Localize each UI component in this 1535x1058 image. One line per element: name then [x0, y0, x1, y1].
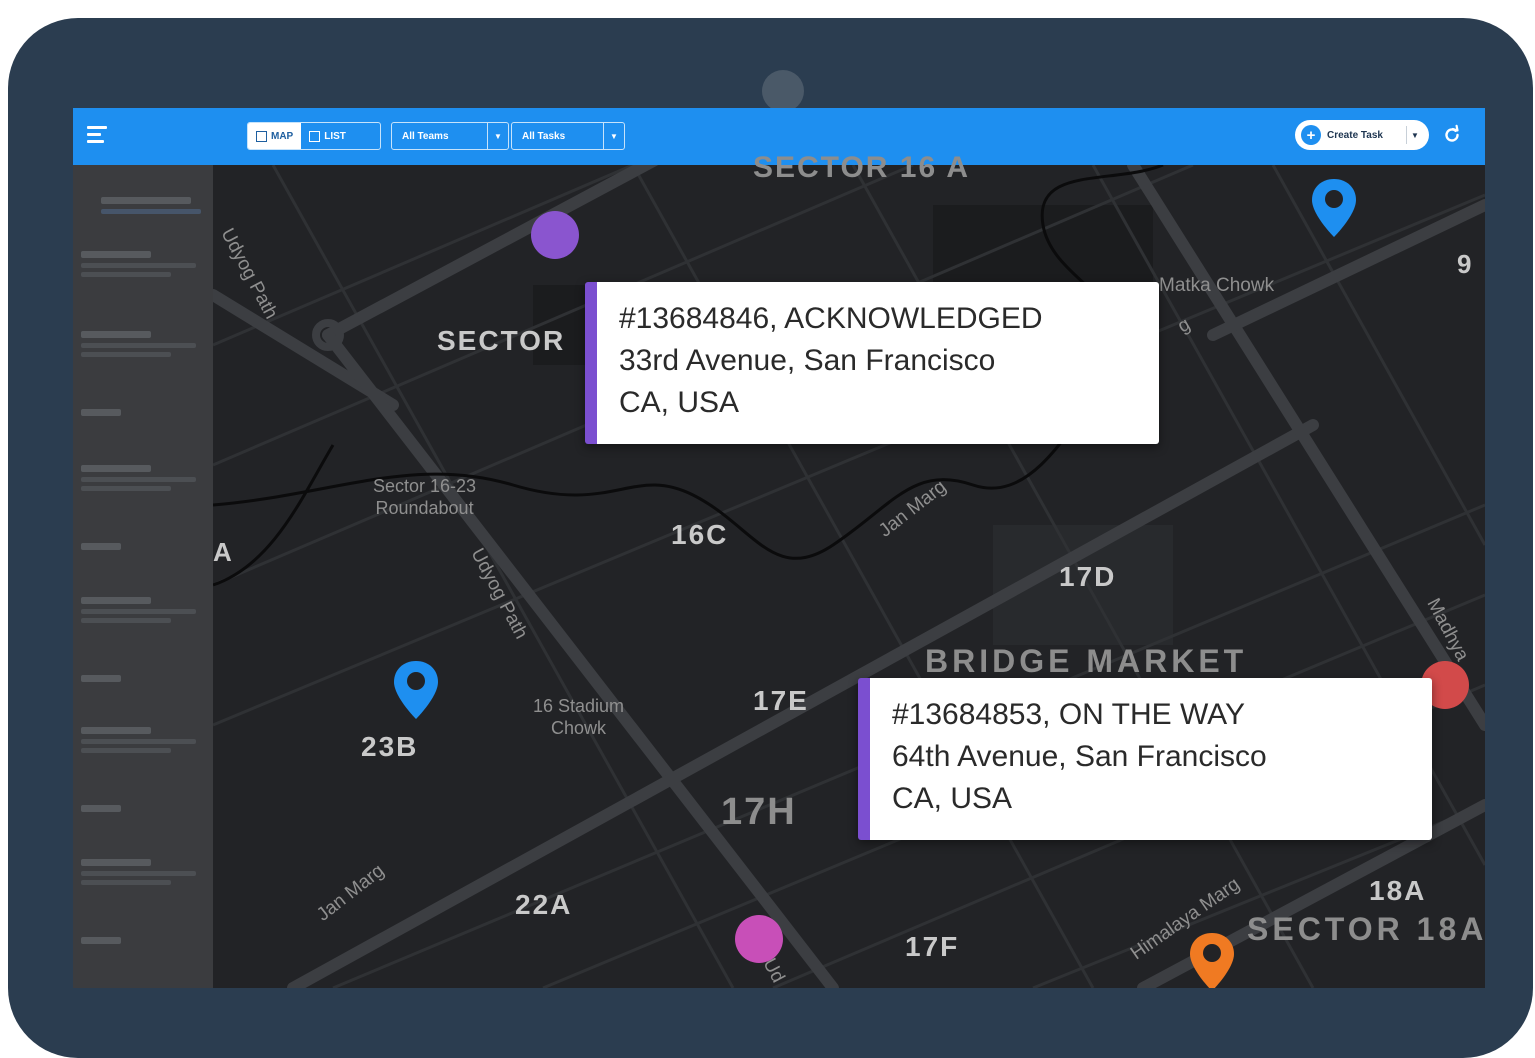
map-label-17f: 17F — [905, 931, 960, 962]
list-view-label: LIST — [324, 130, 346, 142]
map-label-22a: 22A — [515, 889, 573, 920]
list-view-button[interactable]: LIST — [301, 123, 354, 149]
task-list-sidebar — [73, 165, 213, 988]
map-label-9: 9 — [1457, 249, 1474, 279]
task-marker-dot[interactable] — [735, 915, 783, 963]
chevron-down-icon: ▼ — [603, 123, 624, 149]
map-label-a-partial: A — [213, 537, 234, 567]
map-pin-icon[interactable] — [1187, 931, 1237, 988]
list-item[interactable] — [81, 465, 196, 495]
task-id-status: #13684853, ON THE WAY — [892, 698, 1245, 731]
chevron-down-icon: ▼ — [487, 123, 508, 149]
map-label-23b: 23B — [361, 731, 419, 762]
task-marker-dot[interactable] — [531, 211, 579, 259]
plus-icon: + — [1301, 125, 1321, 145]
list-item[interactable] — [81, 727, 196, 757]
app-screen: MAP LIST All Teams ▼ All Tasks ▼ + Creat… — [73, 108, 1485, 988]
map-label-sector: SECTOR — [437, 325, 566, 356]
task-address-line1: 64th Avenue, San Francisco — [892, 740, 1267, 773]
list-item[interactable] — [81, 675, 121, 705]
tasks-filter-dropdown[interactable]: All Tasks ▼ — [511, 122, 625, 150]
map-label-18a: 18A — [1369, 875, 1427, 906]
task-address-line1: 33rd Avenue, San Francisco — [619, 344, 996, 377]
map-label-sector-16a: SECTOR 16 A — [753, 151, 971, 184]
camera-dot — [762, 70, 804, 112]
task-info-card[interactable]: #13684853, ON THE WAY 64th Avenue, San F… — [858, 678, 1432, 840]
task-id-status: #13684846, ACKNOWLEDGED — [619, 302, 1043, 335]
map-pin-icon[interactable] — [391, 659, 441, 721]
teams-filter-label: All Teams — [402, 130, 449, 142]
map-pin-icon[interactable] — [1309, 177, 1359, 239]
map-label-17h: 17H — [721, 791, 797, 833]
list-icon — [309, 130, 321, 142]
map-label-17d: 17D — [1059, 561, 1117, 592]
list-item[interactable] — [81, 251, 196, 281]
view-toggle: MAP LIST — [247, 122, 381, 150]
teams-filter-dropdown[interactable]: All Teams ▼ — [391, 122, 509, 150]
map-label-stadium-chowk: 16 Stadium Chowk — [533, 696, 625, 738]
tasks-filter-label: All Tasks — [522, 130, 566, 142]
list-item[interactable] — [81, 597, 196, 627]
map-canvas[interactable]: SECTOR 16 A SECTOR Matka Chowk g 9 Secto… — [213, 151, 1485, 988]
create-task-button[interactable]: + Create Task ▼ — [1295, 120, 1429, 150]
sidebar-header — [81, 197, 201, 227]
list-item[interactable] — [81, 859, 196, 889]
chevron-down-icon[interactable]: ▼ — [1406, 126, 1423, 144]
list-item[interactable] — [81, 331, 196, 361]
refresh-icon[interactable] — [1441, 124, 1463, 146]
map-view-button[interactable]: MAP — [248, 123, 302, 149]
list-item[interactable] — [81, 937, 121, 967]
map-icon — [256, 130, 267, 142]
list-item[interactable] — [81, 543, 121, 573]
task-address-line2: CA, USA — [619, 386, 740, 419]
hamburger-menu-icon[interactable] — [87, 126, 107, 144]
create-task-label: Create Task — [1327, 129, 1383, 141]
list-item[interactable] — [81, 409, 121, 439]
map-label-bridge-market: BRIDGE MARKET — [925, 643, 1248, 679]
map-label-17e: 17E — [753, 685, 809, 716]
list-item[interactable] — [81, 805, 121, 835]
map-label-sector-18a: SECTOR 18A — [1247, 911, 1485, 947]
task-address-line2: CA, USA — [892, 782, 1013, 815]
map-view-label: MAP — [271, 130, 294, 142]
map-label-16c: 16C — [671, 519, 729, 550]
map-label-matka-chowk: Matka Chowk — [1159, 275, 1275, 296]
map-label-roundabout: Sector 16-23 Roundabout — [373, 476, 477, 518]
task-info-card[interactable]: #13684846, ACKNOWLEDGED 33rd Avenue, San… — [585, 282, 1159, 444]
